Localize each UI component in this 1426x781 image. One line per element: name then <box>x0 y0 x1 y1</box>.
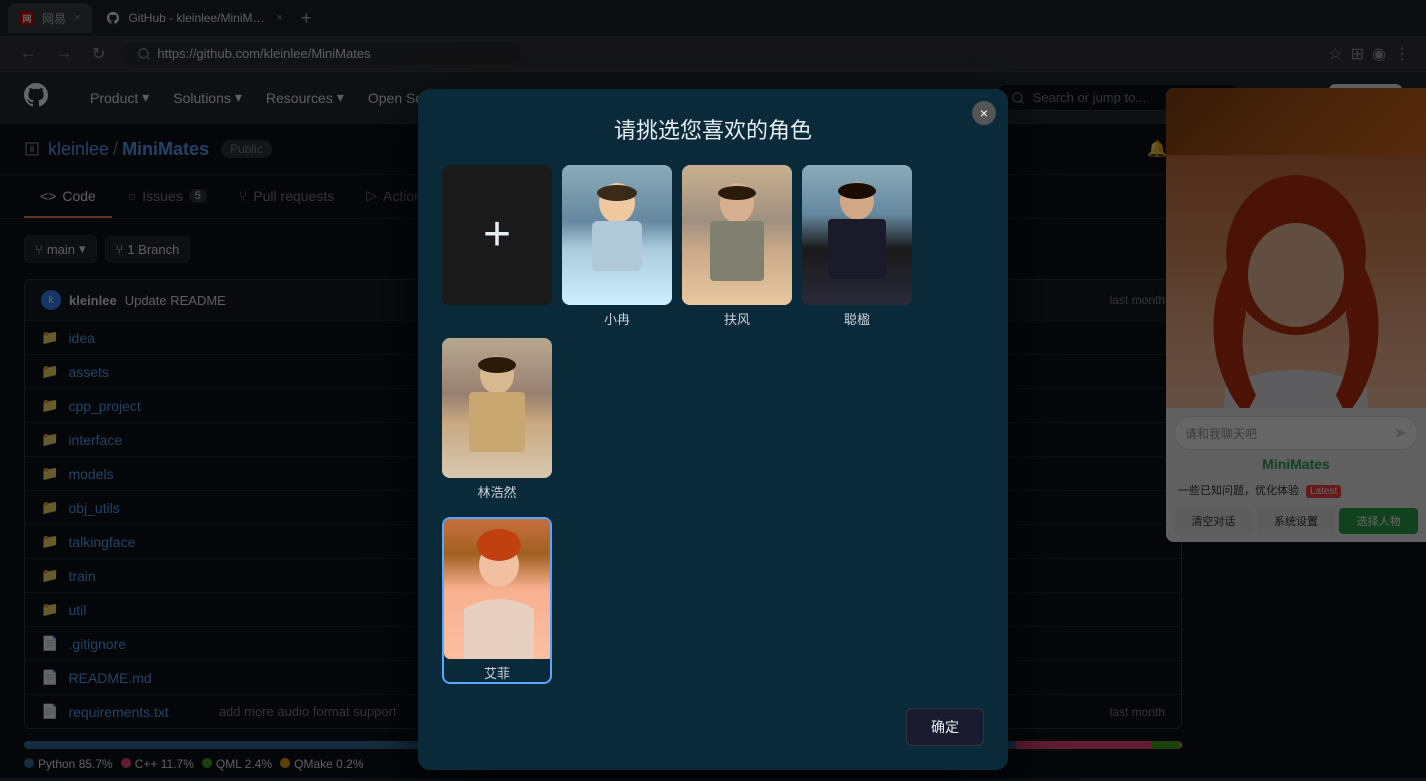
character-card-lin[interactable]: 林浩然 <box>442 338 552 501</box>
character-card-fu[interactable]: 扶风 <box>682 165 792 328</box>
dialog-title: 请挑选您喜欢的角色 <box>442 113 984 145</box>
add-character-card[interactable]: + <box>442 165 552 305</box>
dialog-footer: 确定 <box>442 700 984 746</box>
character-portrait-fu <box>682 165 792 305</box>
character-select-dialog: × 请挑选您喜欢的角色 + 小冉 <box>418 89 1008 770</box>
dialog-overlay: × 请挑选您喜欢的角色 + 小冉 <box>0 0 1426 778</box>
character-card-ai[interactable]: 艾菲 <box>442 517 552 684</box>
dialog-confirm-button[interactable]: 确定 <box>906 708 984 746</box>
character-portrait-xiao <box>562 165 672 305</box>
char-name-xiao: 小冉 <box>562 309 672 328</box>
character-portrait-lin <box>442 338 552 478</box>
char-name-cong: 聪楹 <box>802 309 912 328</box>
character-portrait-cong <box>802 165 912 305</box>
char-name-fu: 扶风 <box>682 309 792 328</box>
second-char-row: 艾菲 <box>442 517 984 684</box>
character-portrait-ai <box>444 519 552 659</box>
add-plus-icon: + <box>483 207 511 262</box>
character-grid: + 小冉 <box>442 165 984 501</box>
char-name-lin: 林浩然 <box>442 482 552 501</box>
char-name-ai: 艾菲 <box>444 663 550 682</box>
character-card-xiao[interactable]: 小冉 <box>562 165 672 328</box>
dialog-close-button[interactable]: × <box>972 101 996 125</box>
character-card-cong[interactable]: 聪楹 <box>802 165 912 328</box>
